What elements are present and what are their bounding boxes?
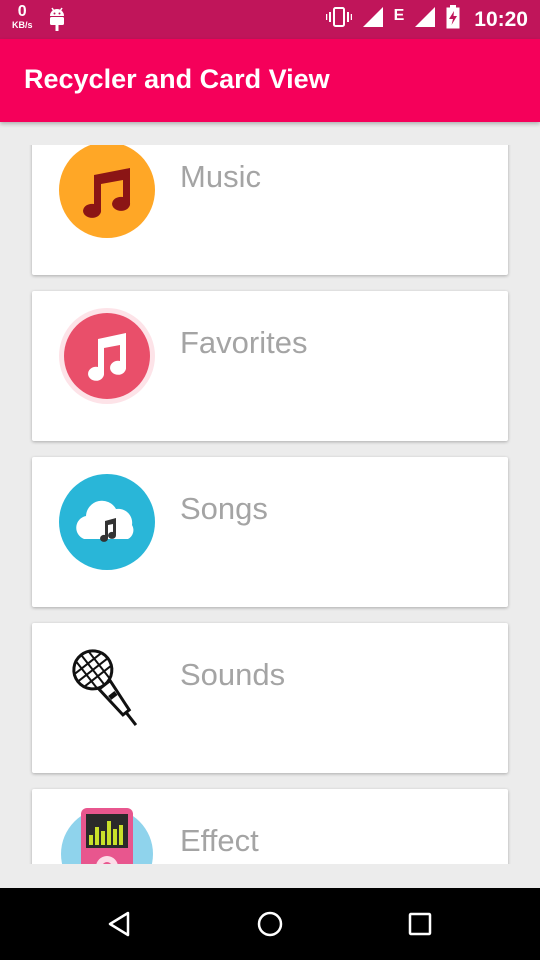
vibrate-icon	[325, 6, 352, 33]
recents-icon[interactable]	[406, 910, 434, 938]
signal-icon	[362, 6, 384, 33]
card-songs[interactable]: Songs	[32, 457, 508, 607]
status-left: 0 KB/s	[12, 4, 67, 37]
data-rate-value: 0	[17, 3, 27, 20]
music-player-icon	[58, 805, 156, 864]
card-label: Sounds	[180, 657, 286, 692]
recycler-list[interactable]: Music Favorites Songs Sounds Effect	[0, 145, 540, 864]
card-sounds[interactable]: Sounds	[32, 623, 508, 773]
data-rate-unit: KB/s	[12, 20, 33, 30]
card-label: Music	[180, 159, 261, 194]
music-note-icon	[58, 145, 156, 239]
data-rate-indicator: 0 KB/s	[12, 4, 33, 30]
card-label: Favorites	[180, 325, 308, 360]
card-favorites[interactable]: Favorites	[32, 291, 508, 441]
app-title: Recycler and Card View	[24, 64, 330, 94]
card-effect[interactable]: Effect	[32, 789, 508, 864]
itunes-note-icon	[58, 307, 156, 405]
signal-icon	[414, 6, 436, 33]
cloud-music-icon	[58, 473, 156, 571]
back-icon[interactable]	[106, 910, 134, 938]
status-bar: 0 KB/s E 10:20	[0, 0, 540, 39]
app-bar: Recycler and Card View	[0, 39, 540, 122]
network-type-label: E	[393, 6, 405, 24]
home-icon[interactable]	[256, 910, 284, 938]
card-music[interactable]: Music	[32, 145, 508, 275]
card-label: Effect	[180, 823, 259, 858]
microphone-icon	[58, 639, 156, 737]
navigation-bar	[0, 888, 540, 960]
android-debug-icon	[47, 6, 67, 37]
status-clock: 10:20	[474, 7, 528, 31]
card-label: Songs	[180, 491, 268, 526]
battery-charging-icon	[446, 5, 460, 34]
status-right: E 10:20	[325, 0, 528, 39]
